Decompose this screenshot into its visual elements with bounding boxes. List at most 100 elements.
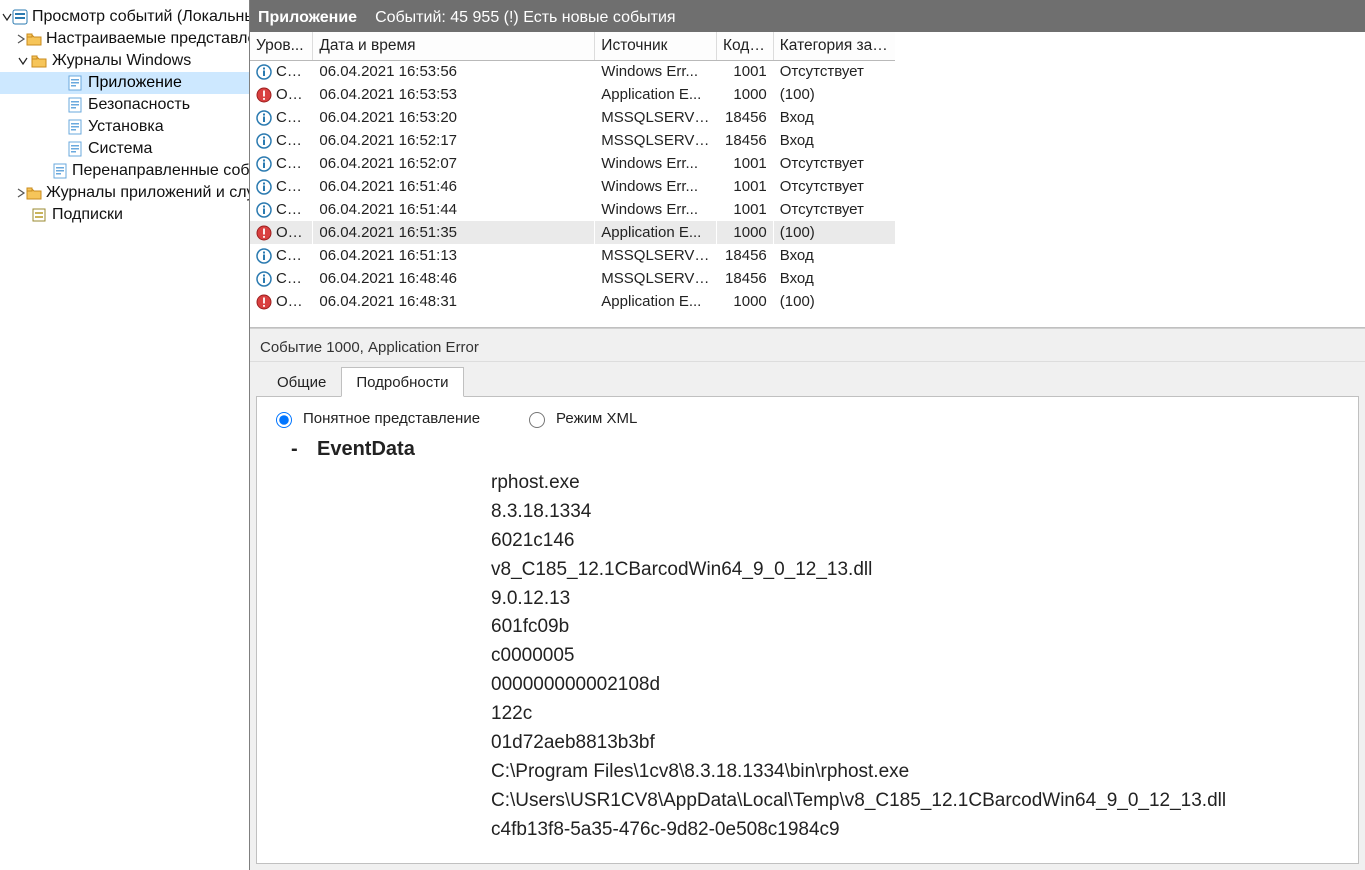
eventdata-value: rphost.exe [491,469,1344,498]
cell-date: 06.04.2021 16:53:56 [313,60,595,83]
cell-code: 18456 [716,129,773,152]
cell-source: MSSQLSERVER [595,267,717,290]
col-source[interactable]: Источник [595,32,717,60]
table-row[interactable]: Св...06.04.2021 16:51:13MSSQLSERVER18456… [250,244,895,267]
table-row[interactable]: Св...06.04.2021 16:51:46Windows Err...10… [250,175,895,198]
table-row[interactable]: Ош...06.04.2021 16:53:53Application E...… [250,83,895,106]
cell-category: Отсутствует [773,152,895,175]
tree-log-system[interactable]: Система [0,138,249,160]
folder-icon [26,184,42,202]
chevron-down-icon[interactable] [2,12,12,22]
cell-category: (100) [773,221,895,244]
details-tabs: Общие Подробности [250,362,1365,396]
cell-date: 06.04.2021 16:53:20 [313,106,595,129]
event-details-panel: Событие 1000, Application Error Общие По… [250,334,1365,870]
eventdata-value: C:\Users\USR1CV8\AppData\Local\Temp\v8_C… [491,787,1344,816]
cell-source: Application E... [595,221,717,244]
col-category[interactable]: Категория зад... [773,32,895,60]
details-title: Событие 1000, Application Error [250,334,1365,362]
cell-code: 18456 [716,106,773,129]
tab-general[interactable]: Общие [262,367,341,396]
radio-friendly-label: Понятное представление [303,410,480,427]
log-icon [52,162,68,180]
eventdata-section-header[interactable]: - EventData [291,438,1344,461]
chevron-right-icon[interactable] [16,188,26,198]
cell-source: MSSQLSERVER [595,129,717,152]
tree-label: Подписки [52,206,123,224]
eventdata-value: 000000000002108d [491,671,1344,700]
table-row[interactable]: Св...06.04.2021 16:53:20MSSQLSERVER18456… [250,106,895,129]
cell-level: Св... [250,244,313,267]
collapse-toggle[interactable]: - [291,438,305,461]
col-code[interactable]: Код с... [716,32,773,60]
tree-log-forwarded[interactable]: Перенаправленные соб [0,160,249,182]
tab-body: Понятное представление Режим XML - Event… [256,396,1359,864]
cell-date: 06.04.2021 16:51:35 [313,221,595,244]
eventdata-value: c4fb13f8-5a35-476c-9d82-0e508c1984c9 [491,816,1344,845]
tree-log-setup[interactable]: Установка [0,116,249,138]
cell-level: Св... [250,198,313,221]
cell-source: Windows Err... [595,198,717,221]
cell-category: Вход [773,106,895,129]
log-icon [66,140,84,158]
grid-header-row[interactable]: Уров... Дата и время Источник Код с... К… [250,32,895,60]
tab-details[interactable]: Подробности [341,367,463,397]
eventdata-value: 122c [491,700,1344,729]
cell-level: Св... [250,175,313,198]
cell-code: 1000 [716,83,773,106]
table-row[interactable]: Ош...06.04.2021 16:48:31Application E...… [250,290,895,313]
table-row[interactable]: Св...06.04.2021 16:48:46MSSQLSERVER18456… [250,267,895,290]
cell-category: Вход [773,267,895,290]
eventdata-value: c0000005 [491,642,1344,671]
cell-level: Ош... [250,221,313,244]
radio-friendly-view[interactable]: Понятное представление [271,409,480,428]
navigation-tree[interactable]: Просмотр событий (Локальный Настраиваемы… [0,0,250,870]
info-icon [256,133,272,149]
cell-category: (100) [773,83,895,106]
eventdata-value: 6021c146 [491,527,1344,556]
col-level[interactable]: Уров... [250,32,313,60]
cell-date: 06.04.2021 16:51:13 [313,244,595,267]
radio-xml-input[interactable] [529,412,545,428]
chevron-right-icon[interactable] [16,34,26,44]
log-icon [66,118,84,136]
table-row[interactable]: Св...06.04.2021 16:53:56Windows Err...10… [250,60,895,83]
cell-level: Св... [250,129,313,152]
log-icon [66,96,84,114]
cell-source: Application E... [595,83,717,106]
table-row[interactable]: Св...06.04.2021 16:52:17MSSQLSERVER18456… [250,129,895,152]
tree-label: Перенаправленные соб [72,162,250,180]
radio-friendly-input[interactable] [276,412,292,428]
cell-level: Св... [250,152,313,175]
cell-source: MSSQLSERVER [595,244,717,267]
tree-root[interactable]: Просмотр событий (Локальный [0,6,249,28]
col-date[interactable]: Дата и время [313,32,595,60]
eventdata-value: 601fc09b [491,613,1344,642]
chevron-down-icon[interactable] [16,56,30,66]
radio-xml-view[interactable]: Режим XML [524,409,637,428]
events-grid[interactable]: Уров... Дата и время Источник Код с... К… [250,32,1365,328]
info-icon [256,156,272,172]
eventdata-value: v8_C185_12.1CBarcodWin64_9_0_12_13.dll [491,556,1344,585]
eventdata-values: rphost.exe8.3.18.13346021c146v8_C185_12.… [291,469,1344,844]
eventdata-value: C:\Program Files\1cv8\8.3.18.1334\bin\rp… [491,758,1344,787]
table-row[interactable]: Св...06.04.2021 16:51:44Windows Err...10… [250,198,895,221]
tree-custom-views[interactable]: Настраиваемые представлен [0,28,249,50]
tree-app-services-logs[interactable]: Журналы приложений и слу [0,182,249,204]
table-row[interactable]: Ош...06.04.2021 16:51:35Application E...… [250,221,895,244]
cell-date: 06.04.2021 16:48:46 [313,267,595,290]
cell-category: Вход [773,129,895,152]
radio-xml-label: Режим XML [556,410,637,427]
eventdata-value: 8.3.18.1334 [491,498,1344,527]
eventdata-value: 9.0.12.13 [491,585,1344,614]
cell-code: 1001 [716,152,773,175]
cell-source: MSSQLSERVER [595,106,717,129]
log-icon [66,74,84,92]
tree-label: Настраиваемые представлен [46,30,250,48]
tree-windows-logs[interactable]: Журналы Windows [0,50,249,72]
table-row[interactable]: Св...06.04.2021 16:52:07Windows Err...10… [250,152,895,175]
tree-log-application[interactable]: Приложение [0,72,249,94]
tree-log-security[interactable]: Безопасность [0,94,249,116]
tree-subscriptions[interactable]: Подписки [0,204,249,226]
cell-code: 1001 [716,60,773,83]
